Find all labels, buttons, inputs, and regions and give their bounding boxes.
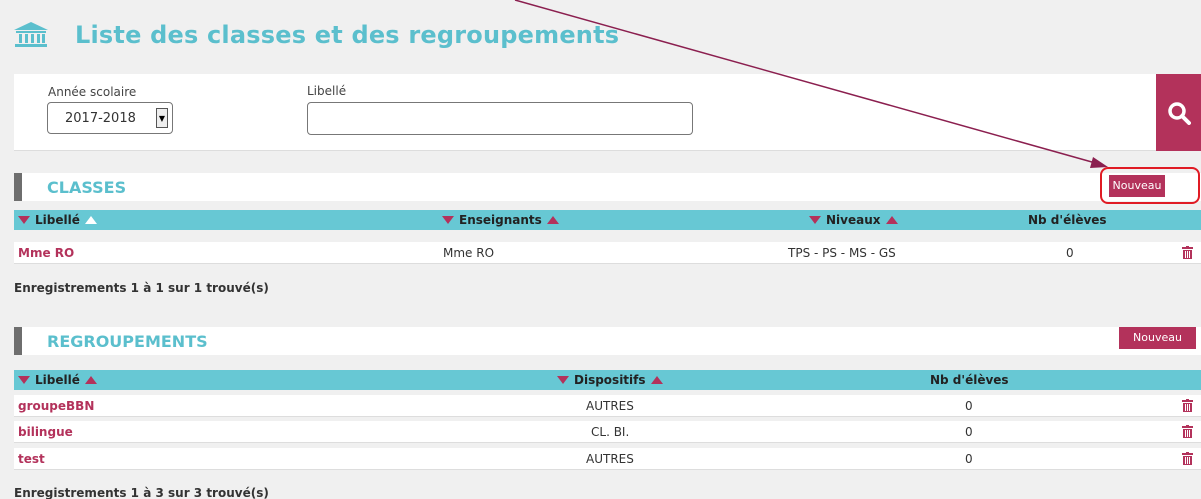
classes-section-header: CLASSES Nouveau: [14, 173, 1201, 201]
sort-down-icon[interactable]: [18, 216, 30, 224]
column-label: Enseignants: [459, 213, 542, 227]
section-marker: [14, 327, 22, 355]
column-label: Dispositifs: [574, 373, 646, 387]
cell-dispositifs: AUTRES: [586, 452, 634, 466]
page-title: Liste des classes et des regroupements: [75, 21, 620, 49]
trash-icon[interactable]: [1182, 246, 1193, 259]
sort-up-icon[interactable]: [885, 216, 898, 224]
section-marker: [14, 173, 22, 201]
libelle-input[interactable]: [307, 102, 693, 135]
cell-dispositifs: CL. BI.: [591, 425, 630, 439]
trash-icon[interactable]: [1182, 399, 1193, 412]
table-row: bilingue CL. BI. 0: [14, 421, 1201, 443]
search-button[interactable]: [1156, 74, 1201, 151]
filter-panel: Année scolaire Libellé 2017-2018 ▼: [14, 74, 1156, 151]
sort-down-icon[interactable]: [557, 376, 569, 384]
cell-nb-eleves: 0: [965, 452, 973, 466]
cell-nb-eleves: 0: [965, 425, 973, 439]
chevron-down-icon[interactable]: ▼: [156, 108, 168, 128]
sort-up-icon[interactable]: [546, 216, 559, 224]
regroupement-link[interactable]: test: [18, 452, 45, 466]
classes-table-header: Libellé Enseignants Niveaux Nb d'élèves: [14, 210, 1201, 230]
page-header: Liste des classes et des regroupements: [14, 20, 619, 50]
table-row: Mme RO Mme RO TPS - PS - MS - GS 0: [14, 242, 1201, 264]
cell-nb-eleves: 0: [965, 399, 973, 413]
cell-nb-eleves: 0: [1066, 246, 1074, 260]
libelle-label: Libellé: [307, 84, 347, 98]
year-label: Année scolaire: [48, 85, 137, 99]
sort-up-icon[interactable]: [84, 216, 97, 224]
column-dispositifs[interactable]: Dispositifs: [557, 373, 663, 387]
regroupements-table-header: Libellé Dispositifs Nb d'élèves: [14, 370, 1201, 390]
column-libelle[interactable]: Libellé: [18, 213, 97, 227]
year-select-value: 2017-2018: [65, 110, 136, 126]
cell-enseignants: Mme RO: [443, 246, 495, 260]
column-label: Niveaux: [826, 213, 881, 227]
sort-down-icon[interactable]: [809, 216, 821, 224]
year-select[interactable]: 2017-2018 ▼: [47, 102, 173, 134]
sort-down-icon[interactable]: [442, 216, 454, 224]
regroupements-new-button[interactable]: Nouveau: [1119, 327, 1196, 349]
trash-icon[interactable]: [1182, 452, 1193, 465]
column-label: Nb d'élèves: [1028, 213, 1107, 227]
regroupements-section-title: REGROUPEMENTS: [47, 332, 208, 351]
classes-new-button[interactable]: Nouveau: [1109, 175, 1165, 197]
search-icon: [1167, 101, 1191, 125]
classes-records-count: Enregistrements 1 à 1 sur 1 trouvé(s): [14, 281, 269, 295]
regroupement-link[interactable]: bilingue: [18, 425, 73, 439]
regroupement-link[interactable]: groupeBBN: [18, 399, 94, 413]
sort-up-icon[interactable]: [84, 376, 97, 384]
regroupements-records-count: Enregistrements 1 à 3 sur 3 trouvé(s): [14, 486, 269, 499]
bank-icon: [14, 22, 48, 47]
sort-down-icon[interactable]: [18, 376, 30, 384]
column-enseignants[interactable]: Enseignants: [442, 213, 559, 227]
class-link[interactable]: Mme RO: [18, 246, 74, 260]
column-nb-eleves: Nb d'élèves: [930, 373, 1009, 387]
regroupements-section-header: REGROUPEMENTS Nouveau: [14, 327, 1201, 355]
column-label: Libellé: [35, 373, 80, 387]
column-niveaux[interactable]: Niveaux: [809, 213, 898, 227]
cell-niveaux: TPS - PS - MS - GS: [788, 246, 896, 260]
column-libelle[interactable]: Libellé: [18, 373, 97, 387]
sort-up-icon[interactable]: [650, 376, 663, 384]
column-nb-eleves: Nb d'élèves: [1028, 213, 1107, 227]
classes-section-title: CLASSES: [47, 178, 127, 197]
annotation-arrowhead: [1090, 157, 1108, 168]
column-label: Libellé: [35, 213, 80, 227]
cell-dispositifs: AUTRES: [586, 399, 634, 413]
table-row: test AUTRES 0: [14, 448, 1201, 470]
table-row: groupeBBN AUTRES 0: [14, 395, 1201, 417]
column-label: Nb d'élèves: [930, 373, 1009, 387]
trash-icon[interactable]: [1182, 425, 1193, 438]
